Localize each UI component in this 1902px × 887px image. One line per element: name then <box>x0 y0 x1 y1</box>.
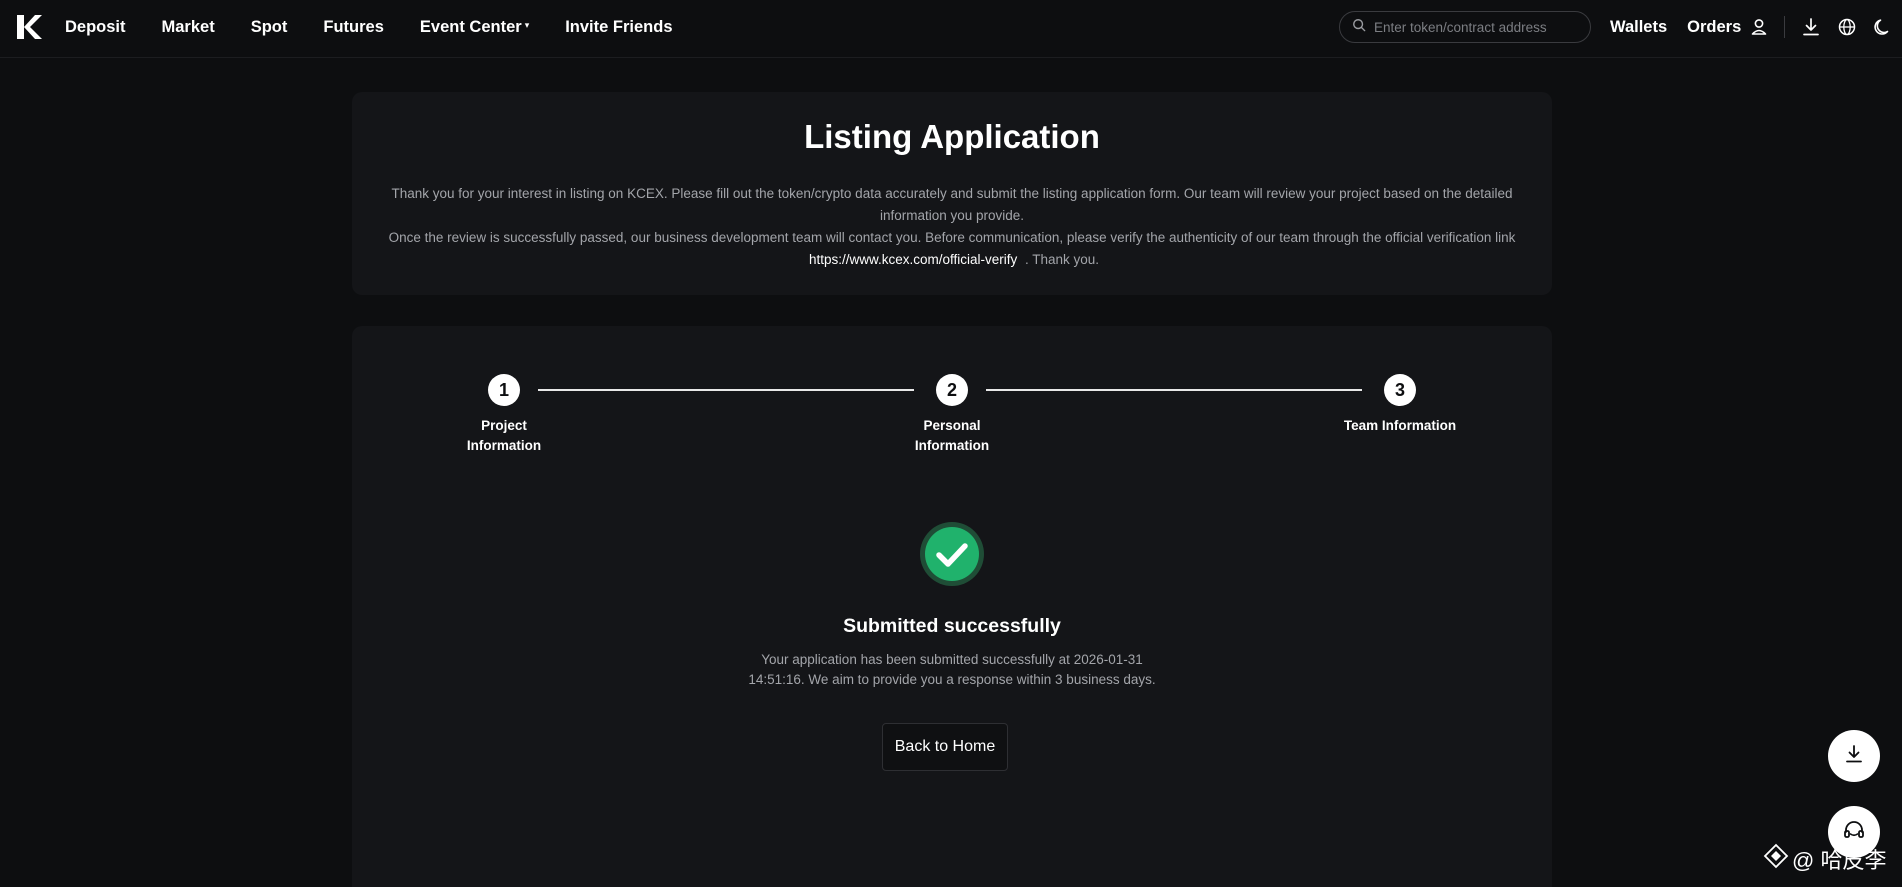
nav-spot-label: Spot <box>250 18 288 36</box>
main-menu: Deposit Market Spot Futures Event Center… <box>65 0 709 55</box>
search-icon <box>1352 18 1366 37</box>
nav-invite-friends[interactable]: Invite Friends <box>565 18 672 37</box>
intro-paragraph-2-end: . Thank you. <box>1025 252 1100 267</box>
nav-market-label: Market <box>161 18 215 36</box>
step-number: 2 <box>936 374 968 406</box>
nav-spot[interactable]: Spot <box>251 18 288 37</box>
step-connector-1-2 <box>538 389 914 391</box>
download-icon <box>1842 742 1866 771</box>
step-label: Personal Information <box>892 416 1012 456</box>
intro-card: Listing Application Thank you for your i… <box>352 92 1552 295</box>
check-circle-icon <box>920 522 984 586</box>
download-icon[interactable] <box>1800 16 1822 38</box>
nav-wallets[interactable]: Wallets <box>1610 18 1667 37</box>
nav-futures[interactable]: Futures <box>323 18 384 37</box>
user-icon[interactable] <box>1748 16 1770 38</box>
account-menu: Wallets Orders <box>1610 0 1761 55</box>
nav-deposit[interactable]: Deposit <box>65 18 126 37</box>
step-number: 1 <box>488 374 520 406</box>
top-navigation: Deposit Market Spot Futures Event Center… <box>0 0 1902 58</box>
nav-invite-friends-label: Invite Friends <box>565 18 673 36</box>
watermark-text: @ 哈皮李 <box>1792 848 1887 873</box>
nav-market[interactable]: Market <box>162 18 215 37</box>
intro-paragraph-2: Once the review is successfully passed, … <box>388 230 1516 245</box>
page-title: Listing Application <box>804 118 1100 155</box>
back-to-home-button[interactable]: Back to Home <box>882 723 1008 771</box>
step-label-line-2: Information <box>466 438 542 453</box>
application-status-card: 1 Project Information 2 Personal Informa… <box>352 326 1552 887</box>
step-label: Team Information <box>1340 416 1460 436</box>
official-verify-link[interactable]: https://www.kcex.com/official-verify <box>809 252 1017 267</box>
step-personal-information: 2 Personal Information <box>892 374 1012 456</box>
step-team-information: 3 Team Information <box>1340 374 1460 436</box>
nav-wallets-label: Wallets <box>1610 18 1668 36</box>
intro-paragraph-1: Thank you for your interest in listing o… <box>391 186 1513 223</box>
binance-square-icon <box>1762 842 1792 876</box>
step-label-line-2: Information <box>914 438 990 453</box>
search-input[interactable] <box>1374 19 1584 35</box>
search-box[interactable] <box>1339 11 1591 43</box>
success-title: Submitted successfully <box>843 615 1061 637</box>
nav-event-center-label: Event Center <box>419 18 522 36</box>
step-label-line-1: Project <box>481 418 527 433</box>
step-label-line-1: Personal <box>923 418 981 433</box>
globe-icon[interactable] <box>1836 16 1858 38</box>
intro-description: Thank you for your interest in listing o… <box>372 183 1532 271</box>
nav-orders-label: Orders <box>1687 18 1742 36</box>
moon-icon[interactable] <box>1872 16 1894 38</box>
step-project-information: 1 Project Information <box>444 374 564 456</box>
step-label: Project Information <box>444 416 564 456</box>
step-number: 3 <box>1384 374 1416 406</box>
watermark: @ 哈皮李 <box>1762 842 1887 876</box>
step-label-line-1: Team Information <box>1343 418 1457 433</box>
kcex-logo-icon[interactable] <box>15 13 43 41</box>
nav-deposit-label: Deposit <box>65 18 126 36</box>
nav-divider <box>1784 16 1785 38</box>
success-description: Your application has been submitted succ… <box>748 652 1156 687</box>
nav-event-center[interactable]: Event Center ▾ <box>420 18 529 37</box>
nav-orders[interactable]: Orders <box>1687 18 1741 37</box>
floating-download-button[interactable] <box>1828 730 1880 782</box>
step-connector-2-3 <box>986 389 1362 391</box>
caret-down-icon: ▾ <box>524 20 530 30</box>
nav-futures-label: Futures <box>323 18 384 36</box>
